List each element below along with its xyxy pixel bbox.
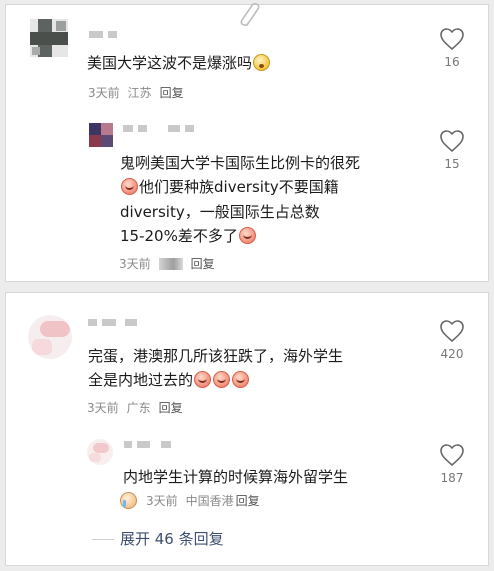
reply-button[interactable]: 回复 xyxy=(191,256,215,272)
peach-face-emoji xyxy=(194,371,212,388)
comment-time: 3天前 xyxy=(88,86,120,100)
like-button[interactable]: 420 xyxy=(430,319,474,362)
comment-text: 美国大学这波不是爆涨吗 xyxy=(87,52,271,74)
username-blurred[interactable] xyxy=(123,125,194,132)
comment-location: 广东 xyxy=(126,401,151,415)
like-count: 16 xyxy=(444,55,460,69)
reply-text: 内地学生计算的时候算海外留学生 xyxy=(123,468,349,486)
comment-thread-1: 美国大学这波不是爆涨吗 3天前 江苏 回复 16 鬼咧美国大学卡国际生比例卡的很… xyxy=(5,3,489,282)
avatar[interactable] xyxy=(89,123,113,147)
reply-text-line: 鬼咧美国大学卡国际生比例卡的很死 xyxy=(120,154,361,172)
divider-line xyxy=(92,538,114,540)
comment-meta: 3天前 江苏 回复 xyxy=(88,85,184,101)
avatar[interactable] xyxy=(30,19,68,57)
like-button[interactable]: 16 xyxy=(430,27,474,70)
heart-outline-icon xyxy=(440,444,464,466)
comment-time: 3天前 xyxy=(87,401,119,415)
comment-thread-2: 完蛋，港澳那几所该狂跌了，海外学生 全是内地过去的 3天前 广东 回复 420 xyxy=(5,292,489,566)
reply-time: 3天前 xyxy=(146,493,178,508)
peach-face-emoji xyxy=(121,178,138,195)
peach-face-emoji xyxy=(238,227,256,244)
location-blurred xyxy=(158,258,183,270)
username-blurred[interactable] xyxy=(89,31,117,38)
comment-text-line: 全是内地过去的 xyxy=(88,369,250,391)
expand-replies-button[interactable]: 展开 46 条回复 xyxy=(92,529,224,549)
like-button[interactable]: 15 xyxy=(430,129,474,172)
like-button[interactable]: 187 xyxy=(430,443,474,486)
like-count: 187 xyxy=(440,471,464,485)
reply-text-line: 15-20%差不多了 xyxy=(120,225,257,247)
reply-text-line: 他们要种族diversity不要国籍 xyxy=(120,176,339,198)
peach-face-emoji xyxy=(213,371,231,388)
heart-outline-icon xyxy=(440,130,464,152)
peach-face-emoji xyxy=(232,371,250,388)
reply-button[interactable]: 回复 xyxy=(159,400,183,416)
crying-face-emoji xyxy=(120,492,137,509)
heart-outline-icon xyxy=(440,320,464,342)
avatar[interactable] xyxy=(87,439,113,465)
username-blurred[interactable] xyxy=(88,319,137,326)
comment-meta: 3天前 广东 回复 xyxy=(87,400,183,416)
reply-meta: 3天前 中国香港 回复 xyxy=(119,492,260,509)
reply-button[interactable]: 回复 xyxy=(236,493,260,509)
reply-location: 中国香港 xyxy=(185,493,234,508)
reply-text-line: diversity，一般国际生占总数 xyxy=(120,203,320,221)
reply-button[interactable]: 回复 xyxy=(160,85,184,101)
avatar[interactable] xyxy=(28,315,72,359)
username-blurred[interactable] xyxy=(124,441,171,448)
reply-time: 3天前 xyxy=(119,257,151,271)
like-count: 15 xyxy=(444,157,460,171)
yellow-face-emoji xyxy=(253,54,271,71)
paperclip-icon xyxy=(240,3,260,26)
like-count: 420 xyxy=(440,347,464,361)
comment-text-line: 完蛋，港澳那几所该狂跌了，海外学生 xyxy=(88,347,344,365)
reply-meta: 3天前 回复 xyxy=(119,256,215,272)
expand-replies-label: 展开 46 条回复 xyxy=(120,530,224,548)
comments-page: 美国大学这波不是爆涨吗 3天前 江苏 回复 16 鬼咧美国大学卡国际生比例卡的很… xyxy=(0,0,494,571)
heart-outline-icon xyxy=(440,28,464,50)
comment-location: 江苏 xyxy=(127,86,152,100)
